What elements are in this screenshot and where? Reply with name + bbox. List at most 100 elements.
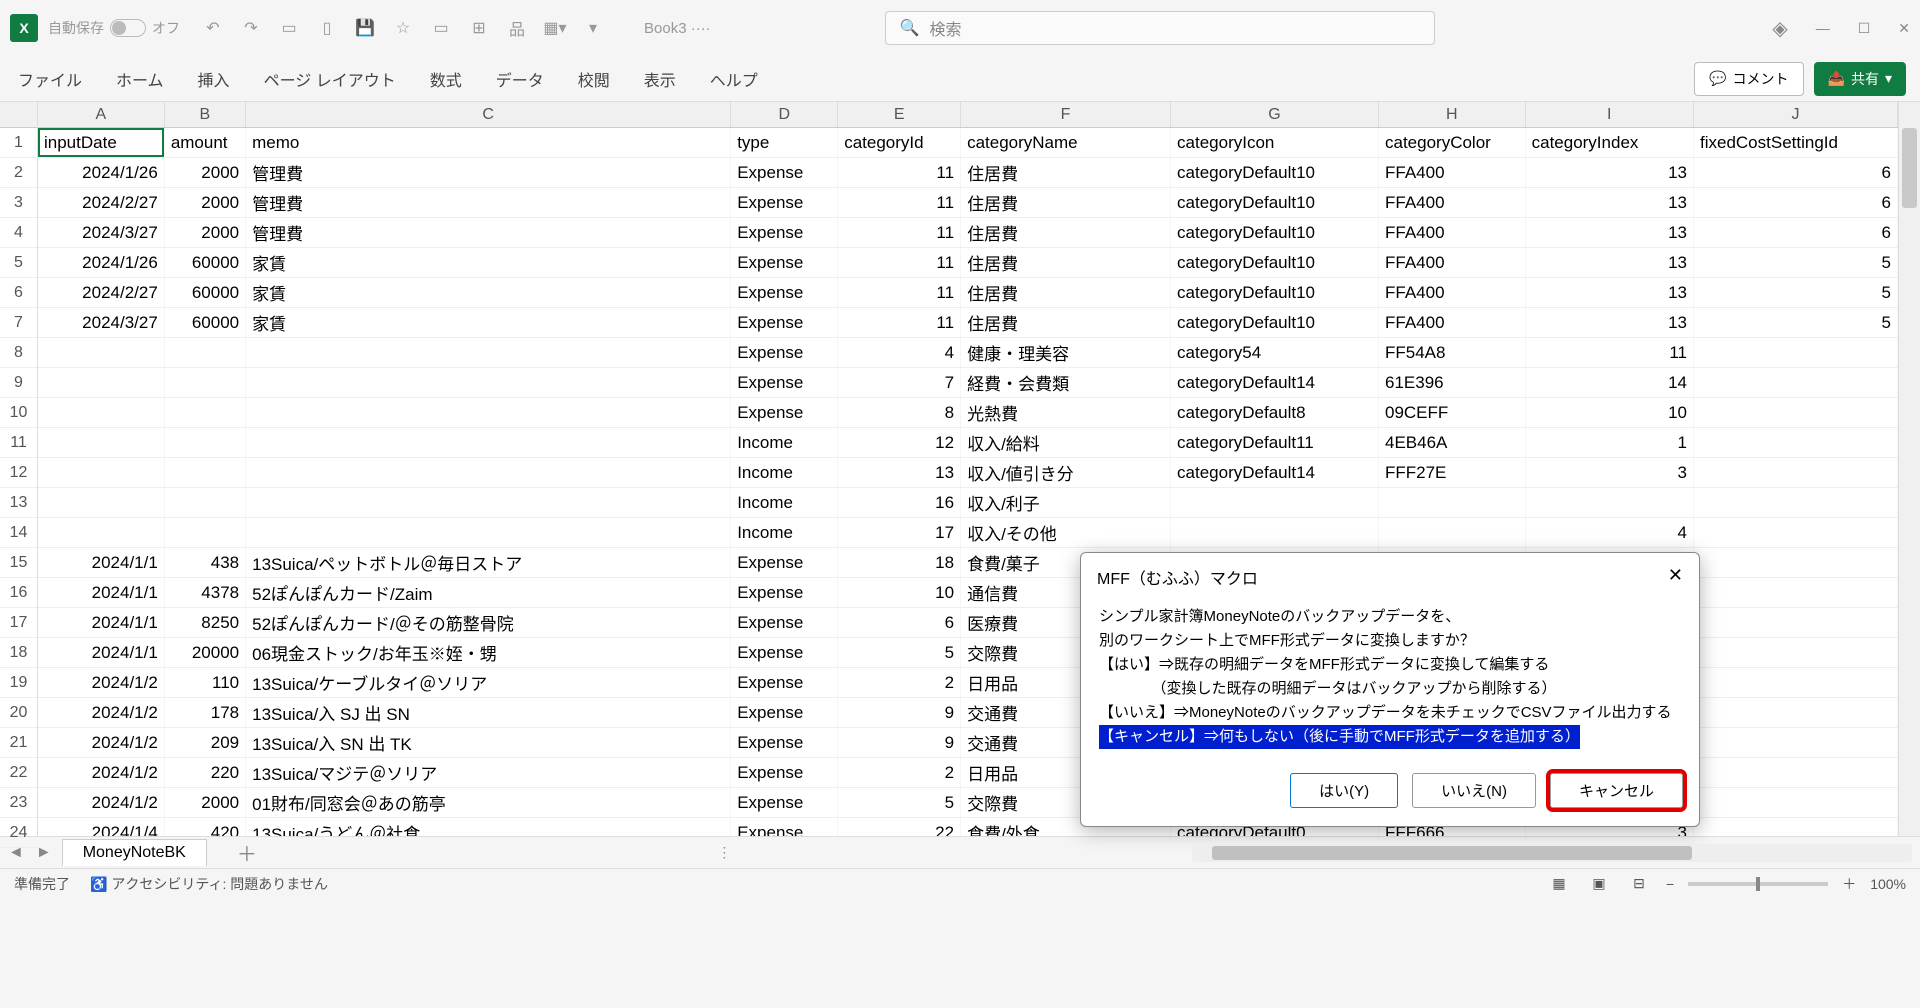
- tab-data[interactable]: データ: [492, 59, 548, 99]
- row-header[interactable]: 1: [0, 128, 37, 158]
- cell[interactable]: 6: [838, 608, 961, 637]
- cell[interactable]: FFA400: [1379, 308, 1526, 337]
- cell[interactable]: 収入/給料: [961, 428, 1171, 457]
- cell[interactable]: 11: [838, 188, 961, 217]
- cell[interactable]: Expense: [731, 368, 838, 397]
- tab-review[interactable]: 校閲: [574, 59, 614, 99]
- cell[interactable]: 13Suica/うどん＠社食: [246, 818, 731, 836]
- cell[interactable]: 209: [165, 728, 246, 757]
- sheet-menu-icon[interactable]: ⋮: [717, 844, 731, 861]
- row-header[interactable]: 6: [0, 278, 37, 308]
- cell[interactable]: FFA400: [1379, 218, 1526, 247]
- cell[interactable]: fixedCostSettingId: [1694, 128, 1898, 157]
- cell[interactable]: Expense: [731, 698, 838, 727]
- qat-button[interactable]: ▭: [430, 17, 452, 39]
- col-header[interactable]: A: [38, 102, 165, 127]
- cell[interactable]: 5: [1694, 308, 1898, 337]
- cell[interactable]: 2: [838, 758, 961, 787]
- view-normal-button[interactable]: ▦: [1546, 873, 1572, 895]
- cell[interactable]: 4EB46A: [1379, 428, 1526, 457]
- row-header[interactable]: 19: [0, 668, 37, 698]
- cell[interactable]: Expense: [731, 158, 838, 187]
- cell[interactable]: [165, 428, 246, 457]
- cell[interactable]: [165, 368, 246, 397]
- cell[interactable]: categoryDefault14: [1171, 458, 1379, 487]
- cell[interactable]: 収入/その他: [961, 518, 1171, 547]
- row-header[interactable]: 13: [0, 488, 37, 518]
- cell[interactable]: 2000: [165, 788, 246, 817]
- cell[interactable]: 収入/利子: [961, 488, 1171, 517]
- row-header[interactable]: 16: [0, 578, 37, 608]
- cell[interactable]: 光熱費: [961, 398, 1171, 427]
- cell[interactable]: [246, 428, 731, 457]
- cell[interactable]: [38, 428, 165, 457]
- cell[interactable]: 住居費: [961, 308, 1171, 337]
- tab-home[interactable]: ホーム: [112, 59, 168, 99]
- col-header[interactable]: G: [1171, 102, 1379, 127]
- dialog-no-button[interactable]: いいえ(N): [1412, 773, 1536, 808]
- cell[interactable]: categoryDefault10: [1171, 278, 1379, 307]
- comments-button[interactable]: 💬 コメント: [1694, 62, 1803, 96]
- cell[interactable]: 13: [838, 458, 961, 487]
- sheet-prev-button[interactable]: ◄: [8, 844, 24, 862]
- cell[interactable]: 住居費: [961, 248, 1171, 277]
- cell[interactable]: 16: [838, 488, 961, 517]
- dialog-cancel-button[interactable]: キャンセル: [1550, 773, 1683, 808]
- cell[interactable]: categoryDefault10: [1171, 248, 1379, 277]
- zoom-in-button[interactable]: ＋: [1842, 874, 1856, 894]
- col-header[interactable]: H: [1379, 102, 1526, 127]
- col-header[interactable]: F: [961, 102, 1171, 127]
- sheet-tab-active[interactable]: MoneyNoteBK: [62, 839, 207, 866]
- cell[interactable]: [38, 398, 165, 427]
- cell[interactable]: [165, 488, 246, 517]
- cell[interactable]: Expense: [731, 308, 838, 337]
- cell[interactable]: 2024/1/2: [38, 698, 165, 727]
- cell[interactable]: categoryDefault10: [1171, 218, 1379, 247]
- cell[interactable]: 12: [838, 428, 961, 457]
- cell[interactable]: [1694, 818, 1898, 836]
- cell[interactable]: categoryId: [838, 128, 961, 157]
- cell[interactable]: 13: [1526, 278, 1694, 307]
- row-header[interactable]: 9: [0, 368, 37, 398]
- cell[interactable]: 13: [1526, 308, 1694, 337]
- cell[interactable]: 6: [1694, 158, 1898, 187]
- cell[interactable]: 10: [838, 578, 961, 607]
- cell[interactable]: [1694, 758, 1898, 787]
- cell[interactable]: [1694, 488, 1898, 517]
- cell[interactable]: categoryDefault10: [1171, 158, 1379, 187]
- tab-page-layout[interactable]: ページ レイアウト: [260, 59, 400, 99]
- cell[interactable]: 4: [1526, 518, 1694, 547]
- cell[interactable]: 13Suica/ペットボトル＠毎日ストア: [246, 548, 731, 577]
- cell[interactable]: 1: [1526, 428, 1694, 457]
- vertical-scrollbar[interactable]: [1898, 102, 1920, 836]
- cell[interactable]: 20000: [165, 638, 246, 667]
- cell[interactable]: 2024/1/2: [38, 728, 165, 757]
- cell[interactable]: 2024/2/27: [38, 188, 165, 217]
- cell[interactable]: category54: [1171, 338, 1379, 367]
- cell[interactable]: [1694, 668, 1898, 697]
- cell[interactable]: Expense: [731, 758, 838, 787]
- col-header[interactable]: I: [1526, 102, 1694, 127]
- cell[interactable]: 06現金ストック/お年玉※姪・甥: [246, 638, 731, 667]
- cell[interactable]: categoryIndex: [1526, 128, 1694, 157]
- maximize-button[interactable]: ☐: [1858, 20, 1871, 37]
- cell[interactable]: 2024/1/26: [38, 248, 165, 277]
- undo-button[interactable]: ↶: [202, 17, 224, 39]
- col-header[interactable]: E: [838, 102, 961, 127]
- cell[interactable]: Expense: [731, 608, 838, 637]
- cell[interactable]: categoryDefault10: [1171, 308, 1379, 337]
- cell[interactable]: 13Suica/入 SN 出 TK: [246, 728, 731, 757]
- row-header[interactable]: 5: [0, 248, 37, 278]
- row-header[interactable]: 10: [0, 398, 37, 428]
- cell[interactable]: memo: [246, 128, 731, 157]
- cell[interactable]: Income: [731, 518, 838, 547]
- cell[interactable]: [246, 368, 731, 397]
- cell[interactable]: FF54A8: [1379, 338, 1526, 367]
- cell[interactable]: 3: [1526, 458, 1694, 487]
- cell[interactable]: [1694, 458, 1898, 487]
- row-header[interactable]: 21: [0, 728, 37, 758]
- cell[interactable]: 52ぽんぽんカード/＠その筋整骨院: [246, 608, 731, 637]
- zoom-slider[interactable]: [1688, 882, 1828, 886]
- cell[interactable]: Expense: [731, 788, 838, 817]
- qat-button[interactable]: ▭: [278, 17, 300, 39]
